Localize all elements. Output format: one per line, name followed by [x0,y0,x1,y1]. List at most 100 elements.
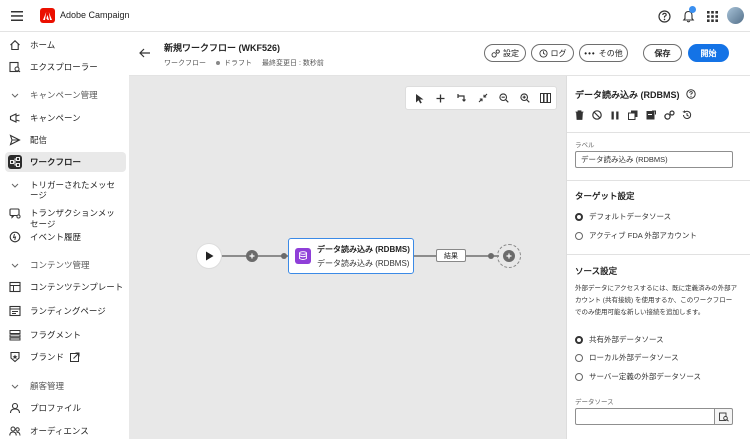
app-name[interactable]: Adobe Campaign [60,10,130,20]
sidebar-item-transactional[interactable]: トランザクションメッ [8,204,115,222]
node-subtitle: データ読み込み (RDBMS) [317,259,410,268]
radio-label: デフォルトデータソース [589,212,672,221]
sidebar-item-label: キャンペーン [30,113,81,123]
plus-icon [503,250,515,262]
play-icon [205,251,213,261]
add-activity-button[interactable] [246,250,258,262]
advanced-settings-icon[interactable] [663,109,675,121]
save-label: 保存 [654,48,671,58]
info-help-icon[interactable] [685,88,696,99]
last-modified: 最終変更日 : 数秒前 [262,60,324,67]
radio-unselected [575,372,583,381]
workflow-type: ワークフロー [164,60,206,67]
apps-grid-icon[interactable] [705,9,719,23]
radio-label: アクティブ FDA 外部アカウント [589,231,697,240]
label-field[interactable]: データ読み込み (RDBMS) [575,151,733,168]
sidebar-item-landing-pages[interactable]: ランディングページ [8,302,106,320]
profile-icon [8,401,22,415]
datasource-browse-button[interactable] [714,408,733,425]
sidebar-item-workflows[interactable]: ワークフロー [8,153,81,171]
external-link-icon[interactable] [70,352,80,362]
save-button[interactable]: 保存 [643,44,682,62]
help-icon[interactable] [657,9,671,23]
sidebar-item-label: ブランド [30,352,65,362]
sidebar-item-event-history[interactable]: イベント履歴 [8,228,81,246]
datasource-input[interactable] [575,408,715,425]
sidebar-section-customer[interactable]: 顧客管理 [8,378,64,394]
panel-title: データ読み込み (RDBMS) [575,90,680,100]
landing-page-icon [8,304,22,318]
radio-unselected [575,231,583,240]
radio-label: サーバー定義の外部データソース [589,372,702,381]
explorer-icon [8,60,22,74]
menu-icon[interactable] [10,9,24,23]
radio-selected [575,335,583,344]
result-transition-label[interactable]: 結果 [436,249,466,262]
sidebar-item-label: ランディングページ [30,306,106,316]
radio-selected [575,212,583,221]
log-button[interactable]: ログ [531,44,574,62]
source-local-radio[interactable]: ローカル外部データソース [575,352,679,363]
add-next-activity[interactable] [497,244,521,268]
status-badge: ドラフト [224,60,252,67]
data-load-rdbms-node[interactable]: データ読み込み (RDBMS) データ読み込み (RDBMS) [288,238,414,274]
settings-button[interactable]: 設定 [484,44,526,62]
history-icon[interactable] [681,109,693,121]
chevron-down-icon [8,384,22,389]
properties-panel: データ読み込み (RDBMS) ラベル データ読み込み (RDBMS) ターゲッ… [566,76,750,439]
source-shared-radio[interactable]: 共有外部データソース [575,334,664,345]
delete-icon[interactable] [573,109,585,121]
start-label: 開始 [700,48,717,58]
notifications-icon[interactable] [681,6,696,23]
sidebar-section-campaign[interactable]: キャンペーン管理 [8,87,98,103]
event-history-icon [8,230,22,244]
sidebar-item-campaigns[interactable]: キャンペーン [8,109,81,127]
target-active-fda-radio[interactable]: アクティブ FDA 外部アカウント [575,230,697,241]
sidebar-item-label: ホーム [30,40,56,50]
back-arrow-icon[interactable] [138,46,152,60]
avatar[interactable] [727,7,744,24]
sidebar-item-explorer[interactable]: エクスプローラー [8,58,98,76]
sidebar-item-profiles[interactable]: プロファイル [8,399,81,417]
plus-icon [249,253,255,259]
sidebar-item-brands[interactable]: ブランド [8,348,80,366]
target-default-datasource-radio[interactable]: デフォルトデータソース [575,211,671,222]
sidebar-item-deliveries[interactable]: 配信 [8,131,47,149]
sidebar-section-content[interactable]: コンテンツ管理 [8,257,90,273]
workflow-canvas[interactable]: データ読み込み (RDBMS) データ読み込み (RDBMS) 結果 [129,76,566,439]
settings-gear-icon [491,48,500,58]
start-button[interactable]: 開始 [688,44,729,62]
workflow-header: 新規ワークフロー (WKF526) ワークフロー ドラフト 最終変更日 : 数秒… [129,32,750,76]
radio-label: ローカル外部データソース [589,353,679,362]
more-button[interactable]: ••• その他 [579,44,628,62]
sidebar-item-content-templates[interactable]: コンテンツテンプレート [8,278,123,296]
sidebar-item-audiences[interactable]: オーディエンス [8,422,89,439]
adobe-logo-icon[interactable] [40,8,55,23]
source-description: 外部データにアクセスするには、既に定義済みの外部アカウント (共有接続) を使用… [575,285,738,316]
audience-icon [8,424,22,438]
fragment-icon [8,328,22,342]
annotation-icon[interactable] [645,109,657,121]
target-settings-title: ターゲット設定 [575,191,635,201]
disable-icon[interactable] [591,109,603,121]
sidebar-section-label-cont: ージ [30,190,47,200]
workflow-icon [8,155,22,169]
sidebar-section-label: 顧客管理 [30,381,65,391]
page-title: 新規ワークフロー (WKF526) [164,43,281,53]
sidebar-section-label: キャンペーン管理 [30,90,98,100]
brand-icon [8,350,22,364]
log-label: ログ [550,48,567,58]
pause-icon[interactable] [609,109,621,121]
start-node[interactable] [196,243,222,269]
sidebar-section-triggered[interactable]: トリガーされたメッセ [8,177,115,193]
copy-icon[interactable] [627,109,639,121]
sidebar-item-fragments[interactable]: フラグメント [8,326,81,344]
browse-search-icon [718,412,729,422]
chevron-down-icon [8,263,22,268]
data-load-icon [295,248,311,264]
sidebar-item-label: エクスプローラー [30,62,98,72]
panel-toolbar [573,109,693,121]
source-server-defined-radio[interactable]: サーバー定義の外部データソース [575,371,701,382]
sidebar-section-label: コンテンツ管理 [30,260,90,270]
sidebar-item-home[interactable]: ホーム [8,36,55,54]
